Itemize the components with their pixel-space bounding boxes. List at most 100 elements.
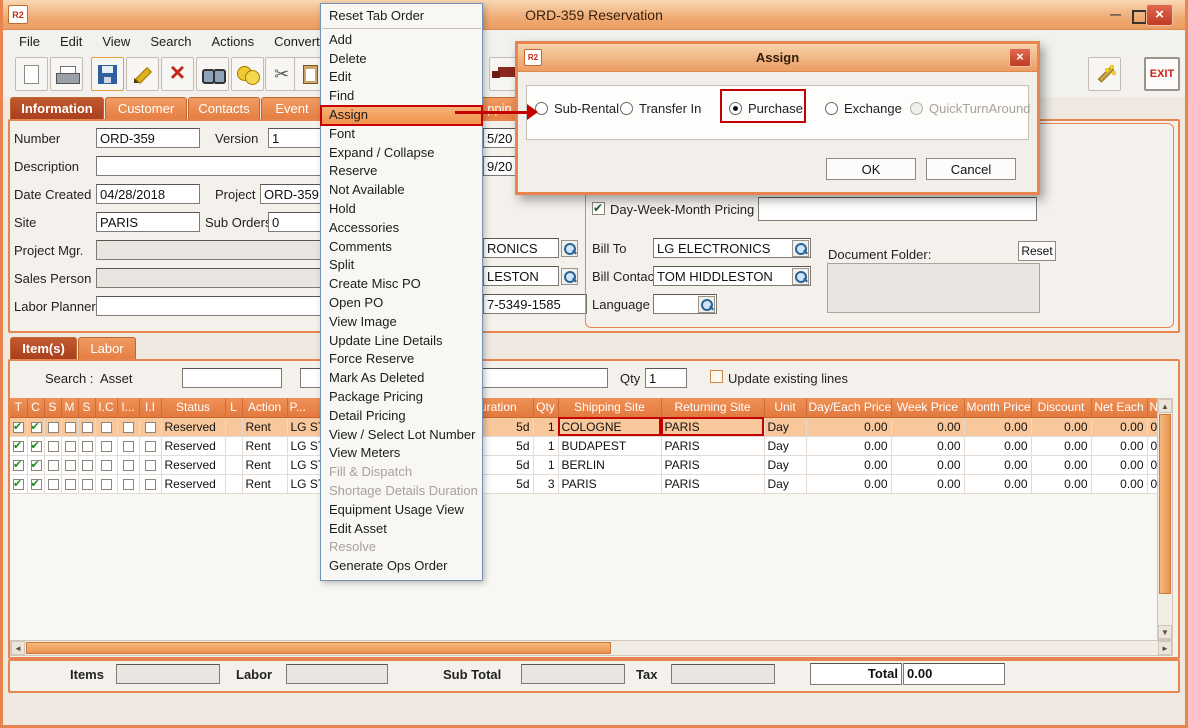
wide-field[interactable] <box>758 197 1037 221</box>
menu-item-equipment-usage-view[interactable]: Equipment Usage View <box>321 501 482 520</box>
exit-button[interactable]: EXIT <box>1144 57 1180 91</box>
menu-item-delete[interactable]: Delete <box>321 50 482 69</box>
menu-item-mark-as-deleted[interactable]: Mark As Deleted <box>321 369 482 388</box>
row-checkbox[interactable] <box>48 441 59 452</box>
table-row[interactable]: Reserved Rent LG ST 5d 1 BUDAPEST PARIS … <box>10 436 1157 455</box>
horizontal-scrollbar[interactable] <box>10 640 1173 656</box>
col-status[interactable]: Status <box>161 398 225 417</box>
menu-item-create-misc-po[interactable]: Create Misc PO <box>321 275 482 294</box>
row-checkbox[interactable] <box>101 422 112 433</box>
tab-customer[interactable]: Customer <box>105 97 187 119</box>
col-qty[interactable]: Qty <box>533 398 558 417</box>
radio-option-sub-rental[interactable]: Sub-Rental <box>535 101 619 116</box>
delete-button[interactable] <box>161 57 194 91</box>
menu-item-edit-asset[interactable]: Edit Asset <box>321 520 482 539</box>
menu-item-view-image[interactable]: View Image <box>321 313 482 332</box>
col-shipping-site[interactable]: Shipping Site <box>558 398 661 417</box>
tab-contacts[interactable]: Contacts <box>188 97 260 119</box>
menu-item-view-select-lot-number[interactable]: View / Select Lot Number <box>321 426 482 445</box>
row-checkbox[interactable] <box>101 460 112 471</box>
menu-edit[interactable]: Edit <box>50 32 92 51</box>
row-checkbox[interactable] <box>65 460 76 471</box>
dialog-titlebar[interactable]: R2 Assign <box>518 44 1037 72</box>
date-created-field[interactable] <box>96 184 200 204</box>
tab-event[interactable]: Event <box>261 97 323 119</box>
col-net-each[interactable]: Net Each <box>1091 398 1147 417</box>
row-checkbox[interactable] <box>101 441 112 452</box>
row-checkbox[interactable] <box>123 441 134 452</box>
bill-contact-search-icon[interactable] <box>792 268 809 285</box>
col-s2[interactable]: S <box>78 398 95 417</box>
scroll-up-icon[interactable] <box>1158 399 1172 413</box>
ship-to-search-icon[interactable] <box>561 240 578 257</box>
ship-contact-search-icon[interactable] <box>561 268 578 285</box>
col-month-price[interactable]: Month Price <box>964 398 1031 417</box>
menu-item-expand-collapse[interactable]: Expand / Collapse <box>321 144 482 163</box>
row-checkbox[interactable] <box>65 479 76 490</box>
col-s1[interactable]: S <box>44 398 61 417</box>
description-field[interactable] <box>96 156 322 176</box>
menu-item-font[interactable]: Font <box>321 125 482 144</box>
menu-item-detail-pricing[interactable]: Detail Pricing <box>321 407 482 426</box>
scroll-down-icon[interactable] <box>1158 625 1172 639</box>
minimize-button[interactable] <box>1108 8 1126 24</box>
menu-item-force-reserve[interactable]: Force Reserve <box>321 350 482 369</box>
menu-file[interactable]: File <box>9 32 50 51</box>
row-checkbox[interactable] <box>123 460 134 471</box>
row-checkbox[interactable] <box>48 460 59 471</box>
col-ne[interactable]: Ne <box>1147 398 1157 417</box>
radio-option-transfer-in[interactable]: Transfer In <box>620 101 701 116</box>
col-ic[interactable]: I.C <box>95 398 117 417</box>
menu-item-comments[interactable]: Comments <box>321 238 482 257</box>
menu-item-update-line-details[interactable]: Update Line Details <box>321 332 482 351</box>
row-checkbox[interactable] <box>145 441 156 452</box>
col-unit[interactable]: Unit <box>764 398 806 417</box>
tab-information[interactable]: Information <box>10 97 104 119</box>
col-ii[interactable]: I.I <box>139 398 161 417</box>
currency-button[interactable] <box>231 57 264 91</box>
new-document-button[interactable] <box>15 57 48 91</box>
qty-input[interactable] <box>645 368 687 388</box>
project-mgr-field[interactable] <box>96 240 322 260</box>
update-existing-lines-checkbox[interactable] <box>710 370 723 383</box>
row-checkbox[interactable] <box>145 479 156 490</box>
menu-item-accessories[interactable]: Accessories <box>321 219 482 238</box>
bill-to-field[interactable] <box>653 238 811 258</box>
menu-item-open-po[interactable]: Open PO <box>321 294 482 313</box>
col-t[interactable]: T <box>10 398 27 417</box>
labor-planner-field[interactable] <box>96 296 322 316</box>
table-row[interactable]: Reserved Rent LG ST 5d 1 COLOGNE PARIS D… <box>10 417 1157 436</box>
bill-contact-field[interactable] <box>653 266 811 286</box>
menu-item-not-available[interactable]: Not Available <box>321 181 482 200</box>
horizontal-scroll-thumb[interactable] <box>26 642 611 654</box>
asset-search-input[interactable] <box>182 368 282 388</box>
menu-item-split[interactable]: Split <box>321 256 482 275</box>
tab-items[interactable]: Item(s) <box>10 337 77 359</box>
row-checkbox[interactable] <box>123 422 134 433</box>
menu-actions[interactable]: Actions <box>202 32 265 51</box>
vertical-scroll-thumb[interactable] <box>1159 414 1171 594</box>
row-checkbox[interactable] <box>145 422 156 433</box>
sales-person-field[interactable] <box>96 268 322 288</box>
table-row[interactable]: Reserved Rent LG ST 5d 3 PARIS PARIS Day… <box>10 474 1157 493</box>
phone-field-fragment[interactable] <box>483 294 587 314</box>
row-checkbox[interactable] <box>13 422 24 433</box>
menu-item-generate-ops-order[interactable]: Generate Ops Order <box>321 557 482 576</box>
menu-search[interactable]: Search <box>140 32 201 51</box>
menu-item-hold[interactable]: Hold <box>321 200 482 219</box>
scroll-right-icon[interactable] <box>1158 641 1172 655</box>
row-checkbox[interactable] <box>101 479 112 490</box>
menu-item-reset-tab-order[interactable]: Reset Tab Order <box>321 7 482 26</box>
row-checkbox[interactable] <box>48 422 59 433</box>
save-button[interactable] <box>91 57 124 91</box>
radio-icon[interactable] <box>620 102 633 115</box>
col-idots[interactable]: I... <box>117 398 139 417</box>
col-discount[interactable]: Discount <box>1031 398 1091 417</box>
row-checkbox[interactable] <box>82 422 93 433</box>
col-m[interactable]: M <box>61 398 78 417</box>
tab-labor[interactable]: Labor <box>78 337 136 359</box>
ship-to-field-fragment[interactable] <box>483 238 559 258</box>
table-row[interactable]: Reserved Rent LG ST 5d 1 BERLIN PARIS Da… <box>10 455 1157 474</box>
wand-button[interactable] <box>1088 57 1121 91</box>
dialog-close-button[interactable] <box>1009 48 1031 67</box>
